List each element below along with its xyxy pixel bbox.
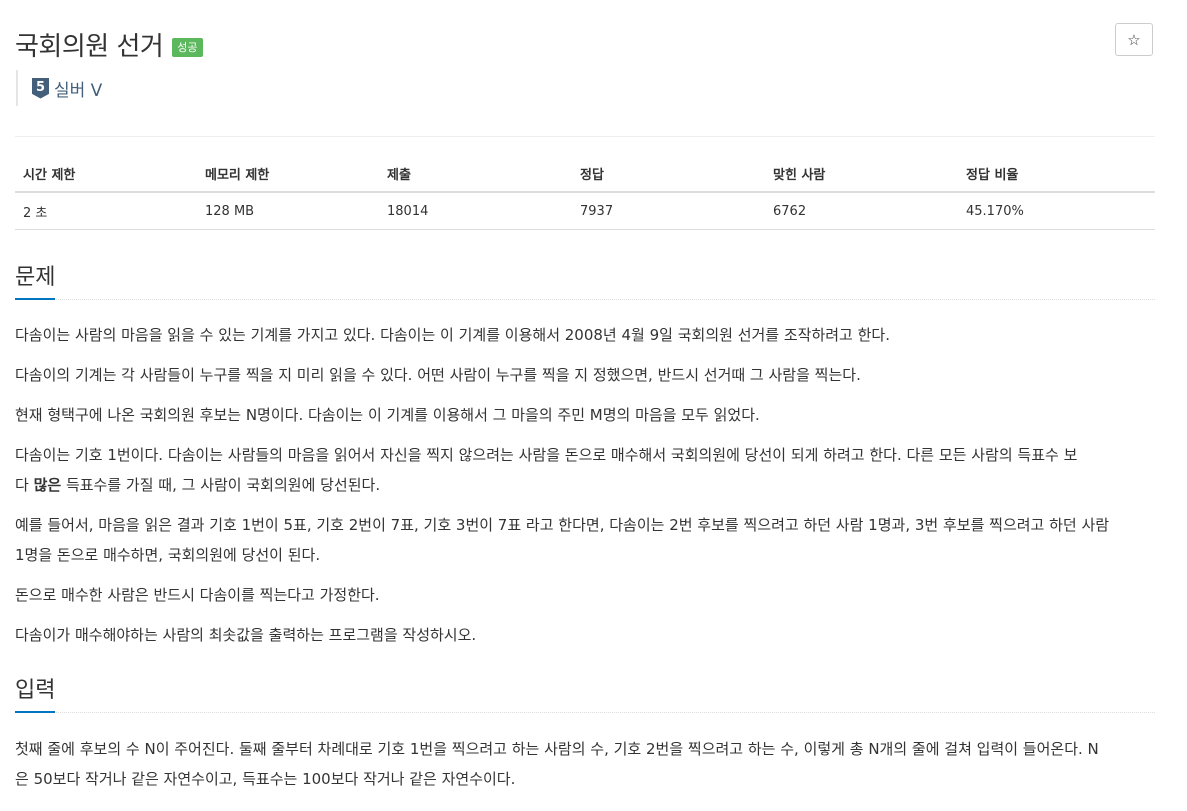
text-span: 득표수를 가질 때, 그 사람이 국회의원에 당선된다. [61,476,381,494]
header-accept-ratio: 정답 비율 [958,155,1155,193]
input-description: 첫째 줄에 후보의 수 N이 주어진다. 둘째 줄부터 차례대로 기호 1번을 … [15,734,1155,794]
tier-number: 5 [35,79,46,95]
problem-paragraph-1: 다솜이는 사람의 마음을 읽을 수 있는 기계를 가지고 있다. 다솜이는 이 … [15,326,890,344]
problem-page: 국회의원 선거 성공 ☆ 5 실버 V 시간 제한 메모리 제한 제출 정답 맞… [0,0,1187,811]
title-row: 국회의원 선거 성공 [15,24,203,64]
header-solved-users: 맞힌 사람 [765,155,958,193]
tier-label: 실버 V [54,80,103,101]
problem-paragraph-7: 다솜이가 매수해야하는 사람의 최솟값을 출력하는 프로그램을 작성하시오. [15,626,477,644]
result-badge: 성공 [172,37,203,57]
star-icon: ☆ [1127,30,1141,49]
value-solved-users: 6762 [765,192,958,230]
header-accepted: 정답 [572,155,765,193]
value-submissions: 18014 [379,192,572,230]
problem-paragraph-4-line-1: 다솜이는 기호 1번이다. 다솜이는 사람들의 마음을 읽어서 자신을 찍지 않… [15,446,1078,464]
header-time-limit: 시간 제한 [15,155,197,193]
tier-icon: 5 [32,77,49,99]
emphasis-text: 많은 [33,476,62,494]
value-accepted: 7937 [572,192,765,230]
section-divider [15,712,1155,713]
star-button[interactable]: ☆ [1115,23,1153,56]
value-accept-ratio: 45.170% [958,192,1155,230]
input-section-header: 입력 [15,672,1155,713]
text-span: 다 [15,476,34,494]
input-line-2: 은 50보다 작거나 같은 자연수이고, 득표수는 100보다 작거나 같은 자… [15,770,516,788]
value-memory-limit: 128 MB [197,192,379,230]
header-submissions: 제출 [379,155,572,193]
value-time-limit: 2 초 [15,192,197,230]
header-memory-limit: 메모리 제한 [197,155,379,193]
divider [15,136,1155,137]
problem-paragraph-4-line-2: 다 많은 득표수를 가질 때, 그 사람이 국회의원에 당선된다. [15,470,1155,500]
problem-paragraph-5: 예를 들어서, 마음을 읽은 결과 기호 1번이 5표, 기호 2번이 7표, … [15,510,1155,570]
problem-heading: 문제 [15,259,56,300]
input-heading: 입력 [15,672,56,713]
problem-title: 국회의원 선거 [15,31,164,62]
section-divider [15,299,1155,300]
problem-info-table: 시간 제한 메모리 제한 제출 정답 맞힌 사람 정답 비율 2 초 128 M… [15,155,1155,230]
problem-paragraph-5-line-2: 1명을 돈으로 매수하면, 국회의원에 당선이 된다. [15,546,321,564]
problem-paragraph-5-line-1: 예를 들어서, 마음을 읽은 결과 기호 1번이 5표, 기호 2번이 7표, … [15,516,1110,534]
problem-paragraph-3: 현재 형택구에 나온 국회의원 후보는 N명이다. 다솜이는 이 기계를 이용해… [15,406,760,424]
problem-paragraph-2: 다솜이의 기계는 각 사람들이 누구를 찍을 지 미리 읽을 수 있다. 어떤 … [15,366,861,384]
problem-paragraph-6: 돈으로 매수한 사람은 반드시 다솜이를 찍는다고 가정한다. [15,586,380,604]
problem-section-header: 문제 [15,259,1155,300]
input-line-1: 첫째 줄에 후보의 수 N이 주어진다. 둘째 줄부터 차례대로 기호 1번을 … [15,740,1099,758]
table-header-row: 시간 제한 메모리 제한 제출 정답 맞힌 사람 정답 비율 [15,155,1155,193]
table-row: 2 초 128 MB 18014 7937 6762 45.170% [15,192,1155,230]
problem-paragraph-4: 다솜이는 기호 1번이다. 다솜이는 사람들의 마음을 읽어서 자신을 찍지 않… [15,440,1155,500]
tier-info: 5 실버 V [16,70,102,106]
